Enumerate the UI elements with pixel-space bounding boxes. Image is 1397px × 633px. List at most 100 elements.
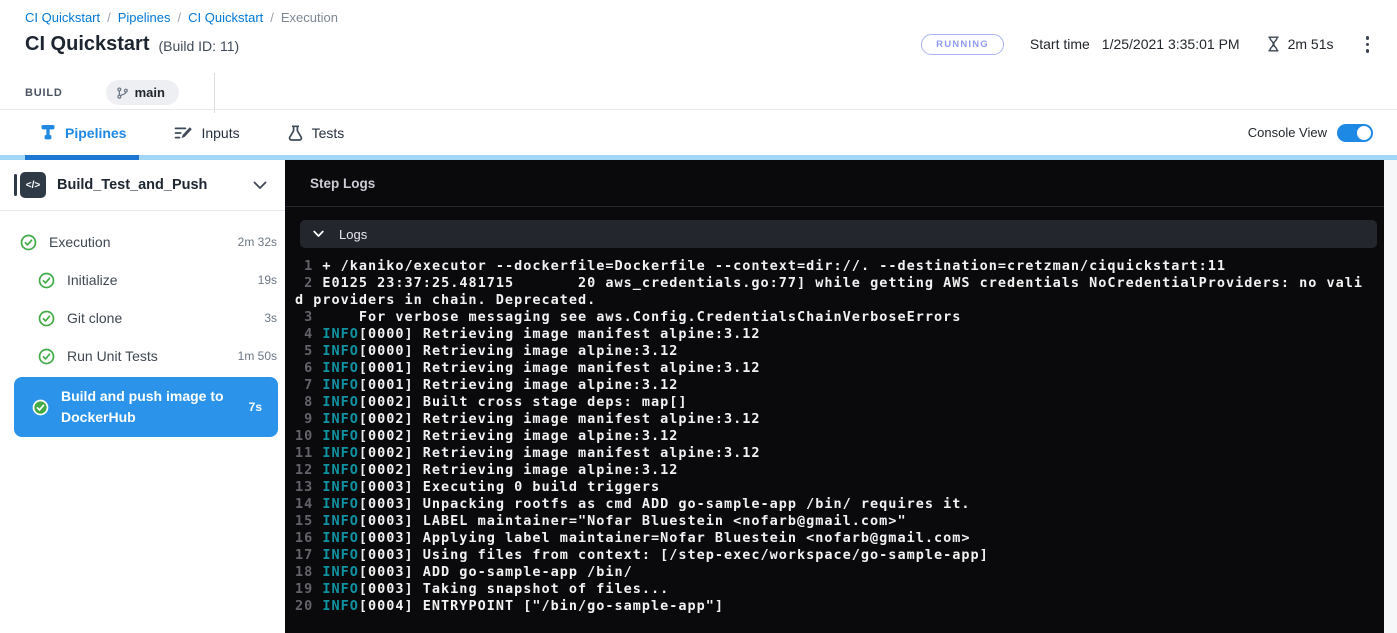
log-level: INFO bbox=[322, 496, 359, 512]
tab-pipelines[interactable]: Pipelines bbox=[40, 124, 126, 141]
branch-chip[interactable]: main bbox=[106, 80, 179, 105]
log-level: INFO bbox=[322, 360, 359, 376]
page-title: CI Quickstart bbox=[25, 33, 149, 56]
log-level: INFO bbox=[322, 547, 359, 563]
breadcrumb-link[interactable]: CI Quickstart bbox=[188, 10, 263, 25]
log-text: [0003] Unpacking rootfs as cmd ADD go-sa… bbox=[359, 496, 971, 512]
active-tab-underline bbox=[25, 155, 139, 160]
tab-label: Inputs bbox=[201, 125, 239, 141]
build-label: BUILD bbox=[25, 87, 63, 99]
git-branch-icon bbox=[116, 86, 129, 100]
breadcrumb-link[interactable]: Pipelines bbox=[118, 10, 171, 25]
log-text: [0002] Retrieving image manifest alpine:… bbox=[359, 445, 761, 461]
branch-name: main bbox=[135, 85, 165, 100]
stage-header[interactable]: </> Build_Test_and_Push bbox=[0, 160, 285, 211]
log-level: INFO bbox=[322, 581, 359, 597]
tab-bar: Pipelines Inputs Tests Console View bbox=[0, 110, 1397, 155]
line-number: 1 bbox=[295, 258, 322, 274]
line-number: 4 bbox=[295, 326, 322, 342]
log-line: 8 INFO[0002] Built cross stage deps: map… bbox=[295, 394, 1371, 411]
log-line: 19 INFO[0003] Taking snapshot of files..… bbox=[295, 581, 1371, 598]
tab-tests[interactable]: Tests bbox=[288, 125, 345, 141]
pipeline-icon bbox=[40, 124, 56, 141]
step-logs-header: Step Logs bbox=[285, 160, 1384, 207]
log-text: [0003] Executing 0 build triggers bbox=[359, 479, 660, 495]
log-level: INFO bbox=[322, 479, 359, 495]
step-logs-panel: Step Logs Logs 1 + /kaniko/executor --do… bbox=[285, 160, 1384, 633]
hourglass-icon bbox=[1266, 36, 1281, 52]
line-number: 2 bbox=[295, 275, 322, 291]
elapsed-time: 2m 51s bbox=[1288, 36, 1334, 52]
logs-section-toggle[interactable]: Logs bbox=[300, 220, 1377, 248]
chevron-down-icon[interactable] bbox=[253, 181, 267, 190]
log-level: INFO bbox=[322, 411, 359, 427]
divider bbox=[214, 73, 215, 113]
step-row[interactable]: Run Unit Tests 1m 50s bbox=[0, 337, 285, 375]
breadcrumb-link[interactable]: CI Quickstart bbox=[25, 10, 100, 25]
log-text: [0001] Retrieving image alpine:3.12 bbox=[359, 377, 678, 393]
log-text: [0002] Retrieving image alpine:3.12 bbox=[359, 428, 678, 444]
log-text: E0125 23:37:25.481715 20 aws_credentials… bbox=[295, 275, 1363, 308]
step-label: Run Unit Tests bbox=[67, 348, 158, 364]
breadcrumb-separator: / bbox=[270, 10, 274, 25]
line-number: 8 bbox=[295, 394, 322, 410]
log-level: INFO bbox=[322, 326, 359, 342]
step-row[interactable]: Initialize 19s bbox=[0, 261, 285, 299]
breadcrumb-separator: / bbox=[178, 10, 182, 25]
log-line: 12 INFO[0002] Retrieving image alpine:3.… bbox=[295, 462, 1371, 479]
log-text: [0002] Built cross stage deps: map[] bbox=[359, 394, 688, 410]
step-row[interactable]: Git clone 3s bbox=[0, 299, 285, 337]
log-text: [0003] Taking snapshot of files... bbox=[359, 581, 669, 597]
log-line: 15 INFO[0003] LABEL maintainer="Nofar Bl… bbox=[295, 513, 1371, 530]
line-number: 13 bbox=[295, 479, 322, 495]
page-header: CI Quickstart / Pipelines / CI Quickstar… bbox=[0, 0, 1397, 110]
line-number: 18 bbox=[295, 564, 322, 580]
log-level: INFO bbox=[322, 513, 359, 529]
inputs-icon bbox=[174, 125, 192, 141]
log-level: INFO bbox=[322, 462, 359, 478]
log-text: [0003] Using files from context: [/step-… bbox=[359, 547, 989, 563]
log-level: INFO bbox=[322, 343, 359, 359]
log-line: 9 INFO[0002] Retrieving image manifest a… bbox=[295, 411, 1371, 428]
tab-label: Tests bbox=[312, 125, 345, 141]
log-text: [0003] Applying label maintainer=Nofar B… bbox=[359, 530, 971, 546]
line-number: 9 bbox=[295, 411, 322, 427]
console-view-toggle[interactable] bbox=[1337, 124, 1373, 142]
log-level: INFO bbox=[322, 377, 359, 393]
step-row[interactable]: Execution 2m 32s bbox=[0, 223, 285, 261]
log-text: [0003] LABEL maintainer="Nofar Bluestein… bbox=[359, 513, 907, 529]
line-number: 15 bbox=[295, 513, 322, 529]
kebab-menu-icon[interactable] bbox=[1360, 32, 1376, 57]
breadcrumb: CI Quickstart / Pipelines / CI Quickstar… bbox=[0, 0, 1397, 25]
pipeline-progress-bar bbox=[0, 155, 1397, 160]
log-level: INFO bbox=[322, 564, 359, 580]
stage-name: Build_Test_and_Push bbox=[57, 177, 207, 193]
line-number: 5 bbox=[295, 343, 322, 359]
line-number: 14 bbox=[295, 496, 322, 512]
log-line: 3 For verbose messaging see aws.Config.C… bbox=[295, 309, 1371, 326]
tab-label: Pipelines bbox=[65, 125, 126, 141]
line-number: 12 bbox=[295, 462, 322, 478]
step-logs-title: Step Logs bbox=[310, 176, 375, 191]
log-line: 4 INFO[0000] Retrieving image manifest a… bbox=[295, 326, 1371, 343]
page-background-gutter bbox=[1384, 160, 1397, 633]
log-line: 14 INFO[0003] Unpacking rootfs as cmd AD… bbox=[295, 496, 1371, 513]
step-duration: 19s bbox=[250, 273, 277, 287]
step-duration: 1m 50s bbox=[230, 349, 277, 363]
step-list: Execution 2m 32s Initialize 19s Git clon bbox=[0, 211, 285, 437]
log-text: For verbose messaging see aws.Config.Cre… bbox=[322, 309, 961, 325]
code-stage-icon: </> bbox=[14, 172, 46, 198]
log-line: 11 INFO[0002] Retrieving image manifest … bbox=[295, 445, 1371, 462]
line-number: 7 bbox=[295, 377, 322, 393]
log-level: INFO bbox=[322, 428, 359, 444]
tests-icon bbox=[288, 125, 303, 141]
step-row[interactable]: Build and push image to DockerHub 7s bbox=[14, 377, 278, 437]
log-output: 1 + /kaniko/executor --dockerfile=Docker… bbox=[285, 257, 1384, 615]
tab-inputs[interactable]: Inputs bbox=[174, 125, 239, 141]
line-number: 3 bbox=[295, 309, 322, 325]
line-number: 17 bbox=[295, 547, 322, 563]
line-number: 10 bbox=[295, 428, 322, 444]
step-duration: 3s bbox=[256, 311, 277, 325]
log-level: INFO bbox=[322, 445, 359, 461]
log-line: 13 INFO[0003] Executing 0 build triggers bbox=[295, 479, 1371, 496]
